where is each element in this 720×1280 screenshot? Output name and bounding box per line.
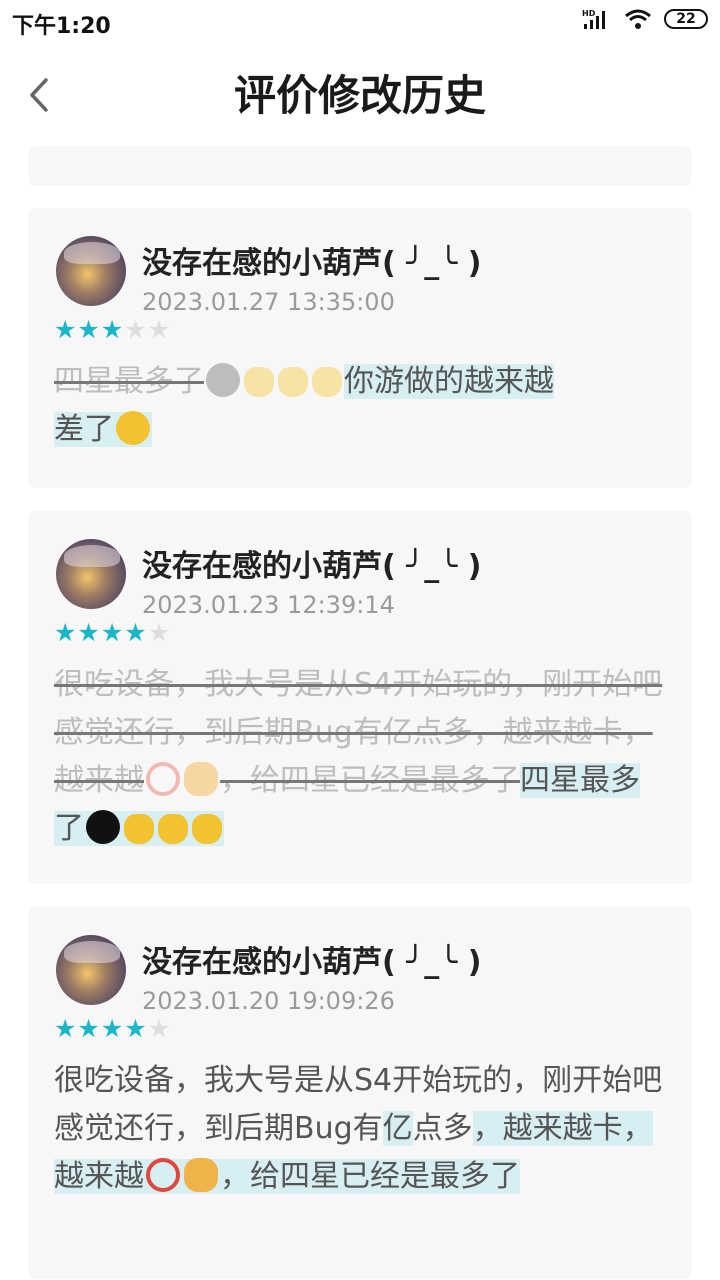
- star-icon: ★: [124, 1014, 147, 1043]
- inserted-text: 亿: [382, 1111, 413, 1146]
- star-icon: ★: [77, 618, 100, 647]
- battery-indicator: 22: [664, 9, 708, 29]
- star-icon: ★: [54, 1014, 77, 1043]
- fist-emoji-icon: [124, 814, 154, 844]
- star-icon: ★: [77, 1014, 100, 1043]
- review-text: 四星最多了 你游做的越来越差了: [54, 358, 664, 454]
- star-icon: ★: [147, 618, 171, 647]
- money-bag-emoji-icon: [184, 1158, 218, 1192]
- star-rating: ★ ★ ★ ★ ★: [54, 1015, 170, 1043]
- review-card: 没存在感的小葫芦( ╯_╰ ) 2023.01.20 19:09:26 ★ ★ …: [28, 907, 692, 1279]
- red-circle-emoji-icon: [146, 1158, 180, 1192]
- deleted-text: ，给四星已经是最多了: [220, 763, 520, 798]
- star-icon: ★: [147, 1014, 171, 1043]
- status-time: 下午1:20: [12, 14, 111, 39]
- timestamp: 2023.01.23 12:39:14: [142, 591, 395, 619]
- review-text: 很吃设备，我大号是从S4开始玩的，刚开始吧感觉还行，到后期Bug有亿点多，越来越…: [54, 1057, 664, 1201]
- network-label: HD: [582, 9, 596, 18]
- status-bar: 下午1:20 HD 22: [0, 0, 720, 44]
- deleted-emojis: [144, 762, 220, 798]
- inserted-text-segment: 差了: [54, 412, 114, 447]
- red-circle-emoji-icon: [146, 762, 180, 796]
- avatar[interactable]: [56, 935, 126, 1005]
- star-icon: ★: [100, 1014, 124, 1043]
- inserted-text: 你游做的越来越: [344, 364, 554, 399]
- deleted-text: 四星最多了: [54, 364, 204, 399]
- signal-icon: HD: [582, 9, 605, 29]
- avatar[interactable]: [56, 236, 126, 306]
- nav-bar: 评价修改历史: [0, 50, 720, 140]
- star-rating: ★ ★ ★ ★ ★: [54, 619, 170, 647]
- star-icon: ★: [54, 618, 77, 647]
- avatar[interactable]: [56, 539, 126, 609]
- face-emoji-icon: [86, 810, 120, 844]
- star-icon: ★: [124, 315, 147, 344]
- timestamp: 2023.01.20 19:09:26: [142, 987, 395, 1015]
- review-card: 没存在感的小葫芦( ╯_╰ ) 2023.01.23 12:39:14 ★ ★ …: [28, 511, 692, 884]
- fist-emoji-icon: [158, 814, 188, 844]
- wifi-icon: [625, 9, 651, 29]
- fist-emoji-icon: [192, 814, 222, 844]
- review-card: 没存在感的小葫芦( ╯_╰ ) 2023.01.27 13:35:00 ★ ★ …: [28, 208, 692, 488]
- star-icon: ★: [124, 618, 147, 647]
- money-bag-emoji-icon: [184, 762, 218, 796]
- fist-emoji-icon: [278, 367, 308, 397]
- username: 没存在感的小葫芦( ╯_╰ ): [142, 549, 482, 584]
- face-emoji-icon: [206, 363, 240, 397]
- inserted-text-segment: ，给四星已经是最多了: [220, 1159, 520, 1194]
- star-rating: ★ ★ ★ ★ ★: [54, 316, 170, 344]
- star-icon: ★: [100, 618, 124, 647]
- page-title: 评价修改历史: [233, 71, 486, 120]
- review-card-partial: [28, 146, 692, 186]
- status-icons: HD 22: [582, 8, 708, 30]
- deleted-emojis: [204, 363, 344, 399]
- star-icon: ★: [100, 315, 124, 344]
- timestamp: 2023.01.27 13:35:00: [142, 288, 395, 316]
- username: 没存在感的小葫芦( ╯_╰ ): [142, 945, 482, 980]
- username: 没存在感的小葫芦( ╯_╰ ): [142, 246, 482, 281]
- review-text: 很吃设备，我大号是从S4开始玩的，刚开始吧感觉还行，到后期Bug有亿点多，越来越…: [54, 661, 664, 853]
- inserted-text: 差了: [54, 411, 152, 447]
- star-icon: ★: [147, 315, 171, 344]
- fist-emoji-icon: [312, 367, 342, 397]
- review-text-segment: 点多: [412, 1111, 473, 1146]
- star-icon: ★: [77, 315, 100, 344]
- star-icon: ★: [54, 315, 77, 344]
- fist-emoji-icon: [244, 367, 274, 397]
- zipper-mouth-emoji-icon: [116, 411, 150, 445]
